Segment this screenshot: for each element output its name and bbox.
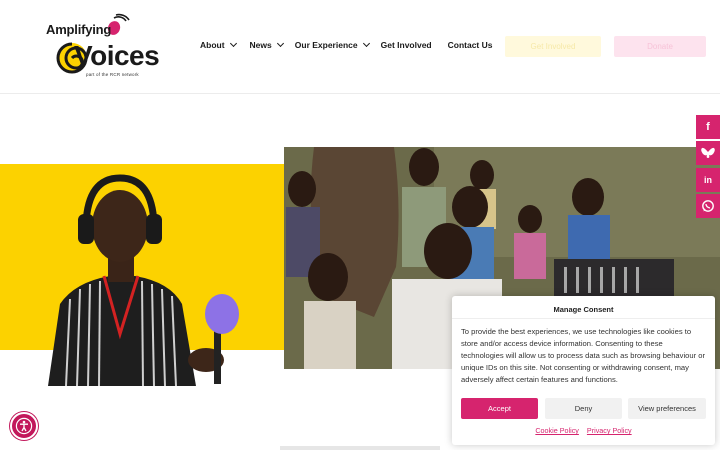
nav-item-label: Contact Us [447,40,493,50]
chevron-down-icon [362,39,370,48]
get-involved-button[interactable]: Get Involved [505,36,601,57]
nav-item-our-experience[interactable]: Our Experience [294,39,370,50]
nav-item-label: Get Involved [380,40,432,50]
nav-item-get-involved[interactable]: Get Involved [381,40,432,50]
view-preferences-button[interactable]: View preferences [628,398,706,419]
logo-text-main: Voices [74,40,160,71]
consent-message: To provide the best experiences, we use … [461,327,705,384]
nav-item-label: About [200,40,225,50]
consent-divider [452,318,715,319]
donate-button[interactable]: Donate [614,36,706,57]
accept-button[interactable]: Accept [461,398,538,419]
whatsapp-icon [702,200,714,212]
linkedin-share-button[interactable]: in [696,168,720,192]
bluesky-share-button[interactable] [696,141,720,165]
nav-item-news[interactable]: News [249,39,284,50]
facebook-icon: f [706,121,710,133]
linkedin-icon: in [704,175,712,185]
nav-item-label: Our Experience [294,40,358,50]
consent-links: Cookie Policy Privacy Policy [452,426,715,435]
facebook-share-button[interactable]: f [696,115,720,139]
logo-tagline: part of the RCR network [86,72,139,77]
whatsapp-share-button[interactable] [696,194,720,218]
chevron-down-icon [276,39,284,48]
nav-item-about[interactable]: About [200,39,237,50]
deny-button[interactable]: Deny [545,398,622,419]
site-header: Amplifying Voices part of the RCR networ… [0,0,720,94]
main-nav: About News Our Experience Get Involved C… [200,39,493,50]
accessibility-button[interactable] [10,412,38,440]
hero-image-reporter [0,164,284,386]
cookie-consent-dialog: Manage Consent To provide the best exper… [452,296,715,445]
chevron-down-icon [229,39,237,48]
logo-text-top: Amplifying [46,22,112,37]
bluesky-icon [701,147,715,158]
nav-item-contact-us[interactable]: Contact Us [448,40,493,50]
nav-item-label: News [249,40,272,50]
accessibility-icon [15,417,33,435]
site-logo[interactable]: Amplifying Voices part of the RCR networ… [44,10,160,84]
privacy-policy-link[interactable]: Privacy Policy [587,426,632,435]
section-divider [280,446,440,450]
consent-title: Manage Consent [553,305,614,314]
cookie-policy-link[interactable]: Cookie Policy [535,426,579,435]
